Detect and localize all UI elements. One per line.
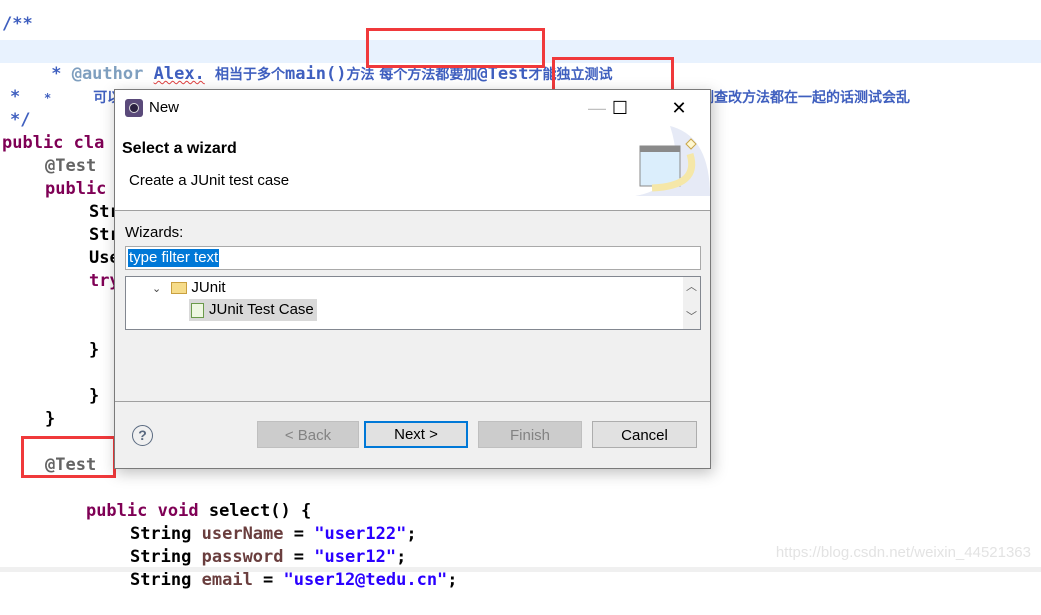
method-public: public [45,179,107,199]
help-icon[interactable]: ? [132,425,153,446]
code-line-email: String email = "user12@tedu.cn"; [129,570,458,590]
comment-open: /** [2,14,33,34]
code-line: } [89,340,100,360]
code-line-password: String password = "user12"; [129,547,407,567]
button-bar-separator [115,401,710,402]
tree-item-junit[interactable]: ⌄ JUnit [152,277,226,299]
back-button[interactable]: < Back [257,421,359,448]
title-bar[interactable]: New — ☐ ✕ [115,90,710,126]
close-button[interactable]: ✕ [656,90,702,126]
filter-input[interactable]: type filter text [125,246,701,270]
tree-scrollbar[interactable]: ︿ ﹀ [683,277,700,329]
next-button[interactable]: Next > [364,421,468,448]
select-method-signature: public void select() { [85,501,312,521]
junit-test-case-icon [191,302,204,318]
filter-text-selected[interactable]: type filter text [128,249,220,267]
dialog-title: New [149,99,180,116]
code-line: } [45,409,56,429]
annotation-test: @Test [45,156,97,176]
watermark: https://blog.csdn.net/weixin_44521363 [775,544,1031,561]
maximize-button[interactable]: ☐ [597,90,643,126]
new-wizard-dialog: New — ☐ ✕ Select a wizard Create a JUnit… [114,89,711,469]
wizard-header: Select a wizard Create a JUnit test case [115,126,710,211]
scroll-up-icon[interactable]: ︿ [683,279,700,296]
annotation-highlight-box [21,436,116,478]
comment-star: * [10,87,21,107]
code-line: } [89,386,100,406]
scroll-down-icon[interactable]: ﹀ [683,309,700,326]
code-line-username: String userName = "user122"; [129,524,417,544]
wizard-tree[interactable]: ⌄ JUnit JUnit Test Case ︿ ﹀ [125,276,701,330]
annotation-highlight-box [366,28,545,68]
bottom-strip [0,567,1041,572]
tree-item-junit-test-case[interactable]: JUnit Test Case [189,299,317,321]
header-description: Create a JUnit test case [129,172,290,189]
cancel-button[interactable]: Cancel [592,421,697,448]
eclipse-icon [125,99,143,117]
comment-close: */ [10,110,31,130]
chevron-down-icon[interactable]: ⌄ [152,283,161,295]
header-title: Select a wizard [122,140,237,157]
wizard-banner-icon [635,126,710,196]
wizards-label: Wizards: [125,224,184,241]
folder-open-icon [171,282,188,295]
finish-button[interactable]: Finish [478,421,582,448]
class-declaration: public cla [2,133,105,153]
